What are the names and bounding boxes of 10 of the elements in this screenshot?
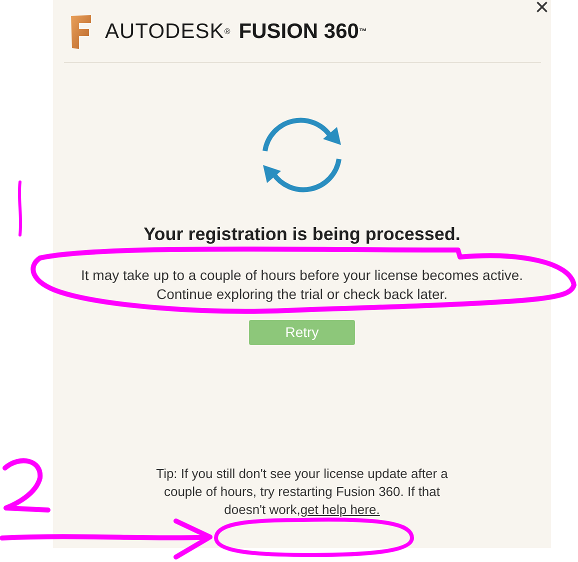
close-button[interactable]: × (534, 0, 549, 20)
tip-text: Tip: If you still don't see your license update after a couple of hours, try restarting Fusion 360. If that doesn't work,get help here. (155, 465, 449, 519)
status-message: It may take up to a couple of hours before your license becomes active. Continue exploring the trial or check back later. (80, 266, 524, 304)
product-name: FUSION 360$^{™}$ (238, 19, 367, 46)
logo-icon (69, 13, 93, 51)
status-title: Your registration is being processed. (144, 223, 460, 246)
annotation-mark (18, 180, 22, 236)
annotation-numeral (2, 458, 50, 512)
help-link[interactable]: get help here. (300, 502, 380, 517)
brand-name: AUTODESK$^{®}$ (105, 19, 231, 46)
